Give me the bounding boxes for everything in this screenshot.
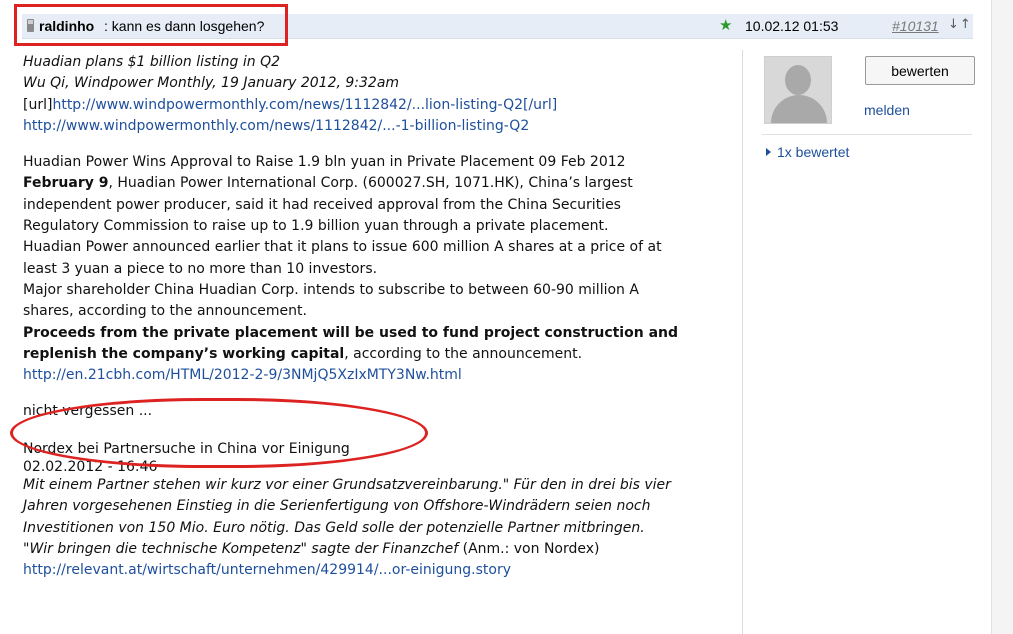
sidebar-divider <box>762 134 972 135</box>
window-right-edge <box>991 0 1013 634</box>
text-line: Jahren vorgesehenen Einstieg in die Seri… <box>23 498 651 515</box>
article-link-1[interactable]: http://www.windpowermonthly.com/news/111… <box>23 118 529 134</box>
article-date: 02.02.2012 - 16:46 <box>23 459 158 476</box>
text-italic: "Wir bringen die technische Kompetenz" s… <box>23 540 459 557</box>
post-date: 10.02.12 01:53 <box>745 18 839 34</box>
report-link[interactable]: melden <box>864 102 910 118</box>
text-line: "Wir bringen die technische Kompetenz" s… <box>23 539 735 560</box>
url-tag-line: [url]http://www.windpowermonthly.com/new… <box>23 95 735 116</box>
text-line: Huadian Power Wins Approval to Raise 1.9… <box>23 154 626 171</box>
text-line: Mit einem Partner stehen wir kurz vor ei… <box>23 477 671 494</box>
text-bold-line: Proceeds from the private placement will… <box>23 324 678 341</box>
triangle-right-icon <box>766 148 771 156</box>
post-body: Huadian plans $1 billion listing in Q2 W… <box>23 52 735 582</box>
text-span: , Huadian Power International Corp. (600… <box>108 175 633 192</box>
text-line: February 9, Huadian Power International … <box>23 173 735 194</box>
text-span: , according to the announcement. <box>344 345 583 362</box>
url-tag-open: [url] <box>23 96 53 113</box>
avatar[interactable] <box>764 56 832 124</box>
avatar-body-icon <box>771 95 827 123</box>
article-link-2[interactable]: http://en.21cbh.com/HTML/2012-2-9/3NMjQ5… <box>23 367 462 383</box>
rated-label: 1x bewertet <box>777 144 850 160</box>
post-nav-arrows-icon[interactable]: ↓↑ <box>948 17 972 32</box>
text-line: least 3 yuan a piece to no more than 10 … <box>23 260 378 277</box>
text-line: Major shareholder China Huadian Corp. in… <box>23 281 639 298</box>
text-line: nicht vergessen ... <box>23 403 153 420</box>
column-divider <box>742 50 743 634</box>
post-title: : kann es dann losgehen? <box>104 18 265 34</box>
text-line: replenish the company’s working capital,… <box>23 344 735 365</box>
rate-button[interactable]: bewerten <box>865 56 975 85</box>
text-span: (Anm.: von Nordex) <box>458 540 600 557</box>
post-header: raldinho : kann es dann losgehen? ★ 10.0… <box>22 14 973 39</box>
text-bold: replenish the company’s working capital <box>23 345 345 362</box>
user-icon <box>27 19 34 32</box>
url-tag-link[interactable]: http://www.windpowermonthly.com/news/111… <box>52 97 557 113</box>
text-line: Regulatory Commission to raise up to 1.9… <box>23 218 609 235</box>
post-number-link[interactable]: #10131 <box>892 18 939 34</box>
rated-toggle[interactable]: 1x bewertet <box>766 144 849 160</box>
text-line: shares, according to the announcement. <box>23 303 307 320</box>
text-bold: February 9 <box>23 175 109 192</box>
article-headline: Huadian plans $1 billion listing in Q2 <box>23 54 281 70</box>
star-icon: ★ <box>719 16 733 34</box>
avatar-head-icon <box>785 65 811 95</box>
article-byline: Wu Qi, Windpower Monthly, 19 January 201… <box>23 75 400 92</box>
text-line: Nordex bei Partnersuche in China vor Ein… <box>23 440 350 457</box>
post-author[interactable]: raldinho <box>39 18 94 34</box>
text-line: Huadian Power announced earlier that it … <box>23 239 662 256</box>
text-line: Investitionen von 150 Mio. Euro nötig. D… <box>23 519 645 536</box>
text-line: independent power producer, said it had … <box>23 196 621 213</box>
article-link-3[interactable]: http://relevant.at/wirtschaft/unternehme… <box>23 562 511 578</box>
